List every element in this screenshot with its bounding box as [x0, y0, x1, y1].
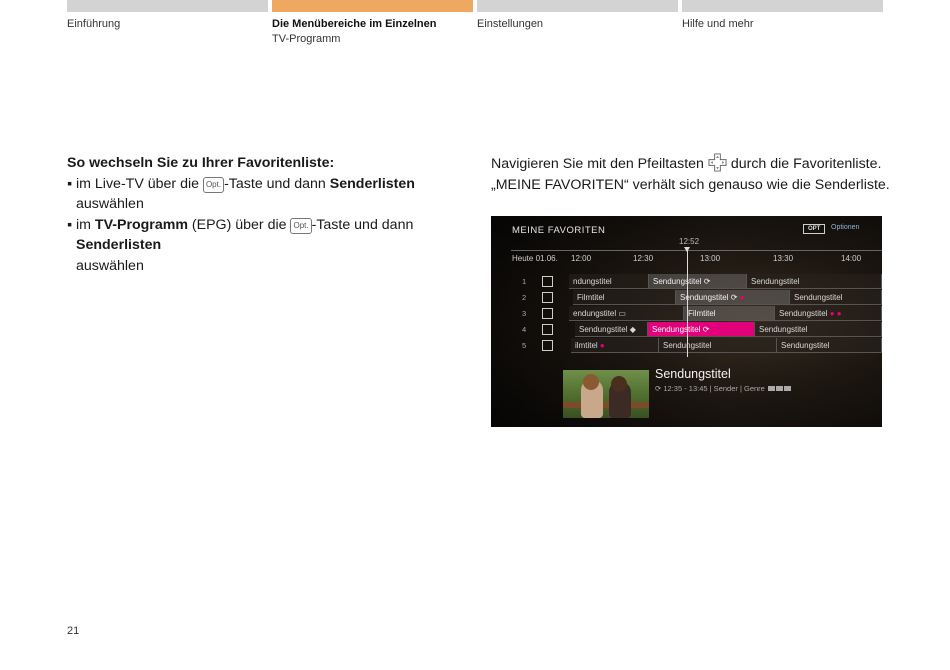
- channel-number: 1: [522, 277, 527, 286]
- instructions-right: Navigieren Sie mit den Pfeiltasten durch…: [491, 153, 891, 195]
- bullet-text: im: [76, 216, 95, 233]
- checkbox[interactable]: [542, 292, 553, 303]
- checkbox[interactable]: [542, 276, 553, 287]
- recording-dot-icon: ● ●: [829, 309, 842, 318]
- nav-tab-bar: [682, 0, 883, 12]
- program-thumbnail: [563, 370, 649, 418]
- thumbnail-bg: [563, 370, 649, 418]
- opt-key-icon: Opt.: [290, 217, 312, 234]
- rating-icon: [783, 386, 791, 391]
- program-cell-selected[interactable]: Sendungstitel ⟳: [648, 322, 755, 337]
- time-label: 13:00: [700, 254, 721, 263]
- time-label: 14:00: [841, 254, 862, 263]
- tv-screenshot: MEINE FAVORITEN OPT Optionen 12:52 Heute…: [491, 216, 882, 427]
- bullet-text: -Taste und dann: [311, 216, 414, 233]
- rating-icon: [775, 386, 783, 391]
- bullet-bold: Senderlisten: [329, 175, 415, 192]
- bullet-text: auswählen: [76, 196, 144, 212]
- bullet-bold: Senderlisten: [76, 237, 162, 253]
- bullet-text: im Live-TV über die: [76, 175, 203, 192]
- time-label: 12:00: [571, 254, 592, 263]
- thumbnail-bench: [563, 402, 649, 408]
- program-cell[interactable]: ndungstitel: [569, 274, 649, 289]
- bullet-text: (EPG) über die: [187, 216, 291, 233]
- program-cell[interactable]: Sendungstitel: [790, 290, 882, 305]
- bullet-bold: TV-Programm: [94, 216, 188, 233]
- program-cell[interactable]: Sendungstitel: [747, 274, 882, 289]
- tv-title: MEINE FAVORITEN: [512, 225, 606, 236]
- nav-tab-einfuehrung[interactable]: Einführung: [67, 0, 268, 30]
- nav-tab-menuebereiche[interactable]: Die Menübereiche im Einzelnen TV-Program…: [272, 0, 473, 45]
- navigate-text-post: durch die Favoritenliste.: [726, 156, 882, 172]
- instructions-heading: So wechseln Sie zu Ihrer Favoritenliste:: [67, 155, 335, 171]
- program-cell[interactable]: Sendungstitel ◆: [575, 322, 648, 337]
- bullet-live-tv: ▪ im Live-TV über die Opt. -Taste und dan…: [67, 174, 467, 215]
- day-label: Heute 01.06.: [512, 254, 558, 263]
- program-cell[interactable]: Sendungstitel: [777, 338, 882, 353]
- checkbox[interactable]: [542, 324, 553, 335]
- bullet-marker: ▪: [67, 216, 73, 233]
- program-cell-title: ilmtitel: [575, 341, 598, 350]
- program-cell[interactable]: endungstitel ▭: [569, 306, 684, 321]
- nav-tab-sublabel: TV-Programm: [272, 33, 341, 45]
- program-title: Sendungstitel: [655, 367, 731, 381]
- program-meta: ⟳ 12:35 - 13:45 | Sender | Genre: [655, 384, 791, 393]
- nav-tab-label: Hilfe und mehr: [682, 18, 754, 30]
- page-number: 21: [67, 625, 80, 637]
- nav-tab-bar: [477, 0, 678, 12]
- thumbnail-person-head: [611, 376, 627, 392]
- channel-number: 2: [522, 293, 527, 302]
- recording-dot-icon: ●: [599, 341, 605, 350]
- program-cell[interactable]: Filmtitel: [573, 290, 676, 305]
- channel-number: 5: [522, 341, 527, 350]
- recording-dot-icon: ●: [739, 293, 745, 302]
- nav-tab-label: Einstellungen: [477, 18, 544, 30]
- instructions-left: So wechseln Sie zu Ihrer Favoritenliste:…: [67, 153, 467, 276]
- program-cell-title: Sendungstitel ⟳: [680, 293, 738, 302]
- time-header: Heute 01.06. 12:00 12:30 13:00 13:30 14:…: [511, 254, 882, 268]
- nav-tab-einstellungen[interactable]: Einstellungen: [477, 0, 678, 30]
- program-cell[interactable]: Sendungstitel ⟳ ●: [676, 290, 790, 305]
- navigate-text-pre: Navigieren Sie mit den Pfeiltasten: [491, 156, 708, 172]
- nav-tab-label: Einführung: [67, 18, 121, 30]
- bullet-text: auswählen: [76, 257, 144, 274]
- opt-badge: OPT: [803, 224, 826, 234]
- program-cell[interactable]: Sendungstitel: [659, 338, 777, 353]
- nav-tab-bar: [67, 0, 268, 12]
- opt-label: Optionen: [831, 224, 860, 231]
- program-cell[interactable]: Sendungstitel: [755, 322, 882, 337]
- now-indicator-line: [687, 247, 688, 357]
- nav-tab-hilfe[interactable]: Hilfe und mehr: [682, 0, 883, 30]
- checkbox[interactable]: [542, 308, 553, 319]
- now-time: 12:52: [679, 237, 700, 246]
- nav-tab-label: Die Menübereiche im Einzelnen: [272, 18, 437, 30]
- channel-number: 3: [522, 309, 527, 318]
- checkbox[interactable]: [542, 340, 553, 351]
- rating-icon: [767, 386, 775, 391]
- nav-tab-bar-active: [272, 0, 473, 12]
- opt-key-icon: Opt.: [202, 176, 225, 193]
- navigate-text: Navigieren Sie mit den Pfeiltasten durch…: [491, 153, 891, 175]
- program-cell[interactable]: Filmtitel: [684, 306, 775, 321]
- thumbnail-person-head: [583, 374, 599, 390]
- bullet-text: -Taste und dann: [224, 175, 330, 192]
- program-meta-text: ⟳ 12:35 - 13:45 | Sender | Genre: [655, 384, 765, 393]
- bullet-tv-programm: ▪ im TV-Programm (EPG) über die Opt. -Tas…: [67, 215, 467, 277]
- time-label: 12:30: [633, 254, 654, 263]
- program-cell-title: Sendungstitel: [779, 309, 828, 318]
- header-divider: [511, 250, 882, 251]
- program-cell[interactable]: Sendungstitel ● ●: [775, 306, 882, 321]
- bullet-marker: ▪: [67, 175, 73, 192]
- favorites-note: „MEINE FAVORITEN“ verhält sich genauso w…: [491, 176, 890, 193]
- time-label: 13:30: [773, 254, 794, 263]
- program-cell[interactable]: ilmtitel ●: [571, 338, 659, 353]
- program-cell[interactable]: Sendungstitel ⟳: [649, 274, 747, 289]
- channel-number: 4: [522, 325, 527, 334]
- arrow-keys-icon: [708, 153, 727, 172]
